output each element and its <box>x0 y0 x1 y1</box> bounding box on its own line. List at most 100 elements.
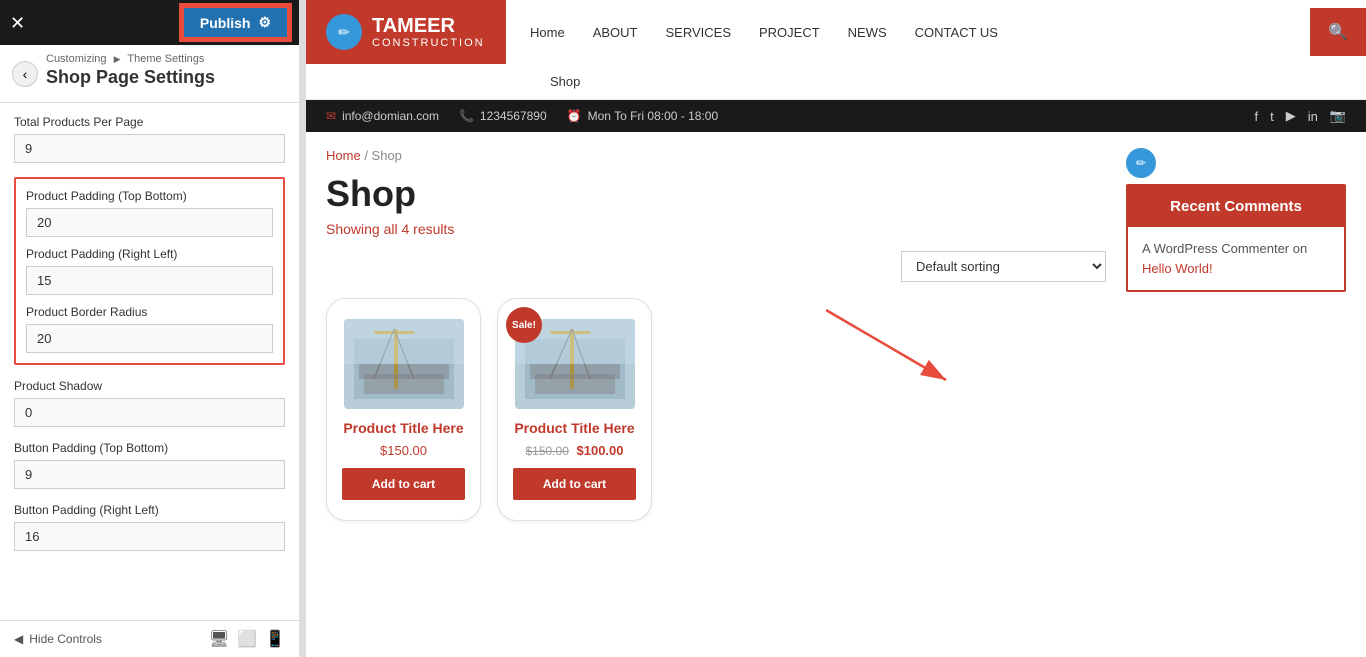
product-grid: Product Title Here $150.00 Add to cart S… <box>326 298 1106 521</box>
comment-author: A WordPress Commenter <box>1142 241 1293 256</box>
header-top: ✏ TAMEER CONSTRUCTION Home ABOUT SERVICE… <box>306 0 1366 64</box>
customizer-panel: ✕ Publish ⚙ ‹ Customizing ▶ Theme Settin… <box>0 0 300 657</box>
padding-top-bottom-field: Product Padding (Top Bottom) <box>26 189 273 237</box>
total-products-input[interactable] <box>14 134 285 163</box>
desktop-icon[interactable]: 🖥 <box>209 629 229 649</box>
settings-scroll: Total Products Per Page Product Padding … <box>0 103 299 620</box>
product-title-1: Product Title Here <box>342 419 465 437</box>
phone-icon: 📞 <box>459 109 474 123</box>
product-shadow-field: Product Shadow <box>14 379 285 427</box>
shop-content: Home / Shop Shop Showing all 4 results D… <box>306 132 1366 537</box>
total-products-field: Total Products Per Page <box>14 115 285 163</box>
facebook-icon[interactable]: f <box>1254 109 1258 124</box>
social-icons: f t ▶ in 📷 <box>1254 108 1346 124</box>
breadcrumb-separator: / <box>364 148 371 163</box>
mobile-icon[interactable]: 📱 <box>265 629 285 649</box>
border-radius-label: Product Border Radius <box>26 305 273 319</box>
main-nav: Home ABOUT SERVICES PROJECT NEWS CONTACT… <box>506 9 1310 56</box>
twitter-icon[interactable]: t <box>1270 109 1274 124</box>
breadcrumb-bar: ‹ Customizing ▶ Theme Settings Shop Page… <box>0 45 299 103</box>
padding-right-left-field: Product Padding (Right Left) <box>26 247 273 295</box>
total-products-label: Total Products Per Page <box>14 115 285 129</box>
hours-text: Mon To Fri 08:00 - 18:00 <box>588 109 719 123</box>
email-icon: ✉ <box>326 109 336 123</box>
product-image-1 <box>344 319 464 409</box>
comment-on: on <box>1293 241 1307 256</box>
product-price-1: $150.00 <box>342 443 465 458</box>
nav-home[interactable]: Home <box>516 9 579 56</box>
sort-row: Default sorting Sort by popularity Sort … <box>326 251 1106 282</box>
product-shadow-input[interactable] <box>14 398 285 427</box>
info-hours: ⏰ Mon To Fri 08:00 - 18:00 <box>567 109 718 123</box>
nav-second-row: Shop <box>306 64 1366 99</box>
product-price-2: $150.00 $100.00 <box>513 443 636 458</box>
product-image-svg-1 <box>344 319 464 409</box>
button-padding-rl-input[interactable] <box>14 522 285 551</box>
info-phone: 📞 1234567890 <box>459 109 547 123</box>
youtube-icon[interactable]: ▶ <box>1286 108 1296 124</box>
hide-controls-button[interactable]: ◀ Hide Controls <box>14 632 102 646</box>
product-card-2: Sale! P <box>497 298 652 521</box>
instagram-icon[interactable]: 📷 <box>1330 108 1346 124</box>
logo-edit-circle[interactable]: ✏ <box>326 14 362 50</box>
breadcrumb-home-link[interactable]: Home <box>326 148 361 163</box>
hide-controls-label: Hide Controls <box>29 632 102 646</box>
logo-sub-text: CONSTRUCTION <box>372 37 485 49</box>
tablet-icon[interactable]: ⬜ <box>237 629 257 649</box>
shop-main: Home / Shop Shop Showing all 4 results D… <box>326 148 1106 521</box>
product-price-new: $100.00 <box>577 443 624 458</box>
add-to-cart-2[interactable]: Add to cart <box>513 468 636 500</box>
pencil-icon: ✏ <box>338 24 350 41</box>
button-padding-tb-field: Button Padding (Top Bottom) <box>14 441 285 489</box>
nav-project[interactable]: PROJECT <box>745 9 834 56</box>
shop-sidebar: ✏ Recent Comments A WordPress Commenter … <box>1126 148 1346 521</box>
comment-link[interactable]: Hello World! <box>1142 261 1213 276</box>
search-icon: 🔍 <box>1328 24 1348 41</box>
button-padding-rl-field: Button Padding (Right Left) <box>14 503 285 551</box>
sidebar-edit-circle[interactable]: ✏ <box>1126 148 1156 178</box>
top-bar: ✕ Publish ⚙ <box>0 0 299 45</box>
shop-breadcrumb: Home / Shop <box>326 148 1106 163</box>
padding-border-group: Product Padding (Top Bottom) Product Pad… <box>14 177 285 365</box>
padding-top-bottom-input[interactable] <box>26 208 273 237</box>
add-to-cart-1[interactable]: Add to cart <box>342 468 465 500</box>
nav-services[interactable]: SERVICES <box>651 9 745 56</box>
recent-comments-body: A WordPress Commenter on Hello World! <box>1128 227 1344 290</box>
breadcrumb: Customizing ▶ Theme Settings <box>46 53 215 65</box>
page-title: Shop Page Settings <box>46 65 215 94</box>
hide-controls-arrow-icon: ◀ <box>14 632 23 646</box>
sort-select[interactable]: Default sorting Sort by popularity Sort … <box>901 251 1106 282</box>
nav-shop[interactable]: Shop <box>536 74 594 89</box>
search-button[interactable]: 🔍 <box>1310 8 1366 56</box>
device-switcher: 🖥 ⬜ 📱 <box>209 629 285 649</box>
back-button[interactable]: ‹ <box>12 61 38 87</box>
product-price-old: $150.00 <box>525 444 568 458</box>
linkedin-icon[interactable]: in <box>1308 109 1318 124</box>
phone-text: 1234567890 <box>480 109 547 123</box>
nav-news[interactable]: NEWS <box>834 9 901 56</box>
padding-right-left-input[interactable] <box>26 266 273 295</box>
preview-panel: ✏ TAMEER CONSTRUCTION Home ABOUT SERVICE… <box>306 0 1366 657</box>
info-left: ✉ info@domian.com 📞 1234567890 ⏰ Mon To … <box>326 109 718 123</box>
nav-contact[interactable]: CONTACT US <box>901 9 1012 56</box>
clock-icon: ⏰ <box>567 109 582 123</box>
product-card-1: Product Title Here $150.00 Add to cart <box>326 298 481 521</box>
padding-top-bottom-label: Product Padding (Top Bottom) <box>26 189 273 203</box>
publish-button[interactable]: Publish ⚙ <box>182 6 289 39</box>
product-title-2: Product Title Here <box>513 419 636 437</box>
email-text: info@domian.com <box>342 109 439 123</box>
info-email: ✉ info@domian.com <box>326 109 439 123</box>
nav-about[interactable]: ABOUT <box>579 9 652 56</box>
info-bar: ✉ info@domian.com 📞 1234567890 ⏰ Mon To … <box>306 100 1366 132</box>
border-radius-field: Product Border Radius <box>26 305 273 353</box>
button-padding-tb-input[interactable] <box>14 460 285 489</box>
shop-title: Shop <box>326 173 1106 215</box>
close-button[interactable]: ✕ <box>10 14 25 32</box>
logo-main-text: TAMEER <box>372 15 485 37</box>
sale-badge: Sale! <box>506 307 542 343</box>
button-padding-rl-label: Button Padding (Right Left) <box>14 503 285 517</box>
padding-right-left-label: Product Padding (Right Left) <box>26 247 273 261</box>
shop-results: Showing all 4 results <box>326 221 1106 237</box>
border-radius-input[interactable] <box>26 324 273 353</box>
recent-comments-box: Recent Comments A WordPress Commenter on… <box>1126 184 1346 292</box>
